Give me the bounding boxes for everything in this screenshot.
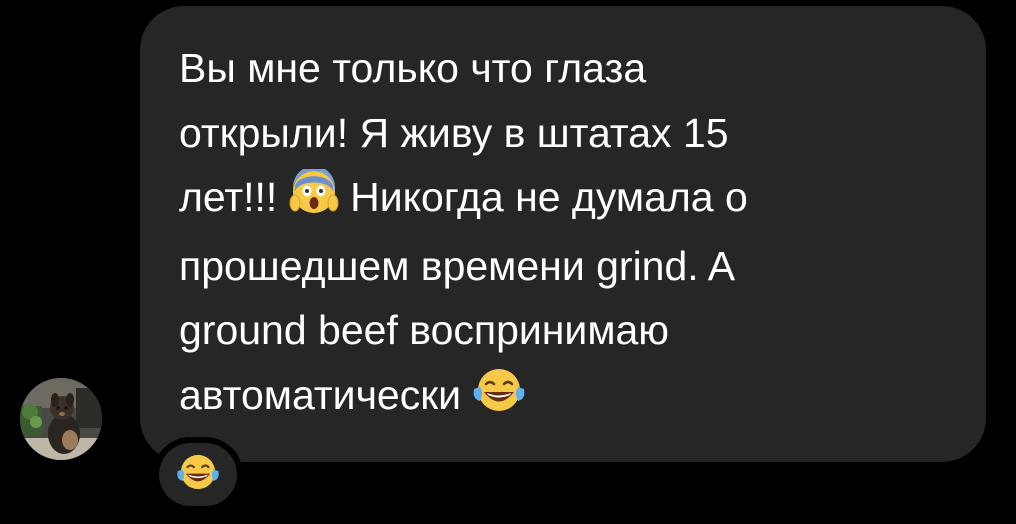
face-with-tears-of-joy-icon xyxy=(176,453,220,496)
message-line: ground beef воспринимаю xyxy=(179,307,670,353)
message-text: Вы мне только что глаза открыли! Я живу … xyxy=(179,36,948,431)
chat-screen: Вы мне только что глаза открыли! Я живу … xyxy=(0,0,1016,524)
message-line-part: лет!!! xyxy=(179,174,278,220)
dog-photo-avatar-icon xyxy=(20,378,102,460)
message-line-part: Никогда не думала о xyxy=(350,174,748,220)
message-line: прошедшем времени grind. A xyxy=(179,242,736,289)
face-with-tears-of-joy-icon xyxy=(472,367,526,432)
sender-avatar[interactable] xyxy=(20,378,102,460)
message-line: открыли! Я живу в штатах 15 xyxy=(179,109,729,156)
message-line: лет!!! Никогда не думала о xyxy=(179,165,948,234)
message-line-part: автоматически xyxy=(179,371,462,418)
face-screaming-in-fear-icon xyxy=(289,166,339,234)
reaction-button[interactable] xyxy=(159,443,237,506)
message-line: автоматически xyxy=(179,363,948,432)
message-line: Вы мне только что глаза xyxy=(179,45,647,91)
message-bubble[interactable]: Вы мне только что глаза открыли! Я живу … xyxy=(140,6,986,462)
